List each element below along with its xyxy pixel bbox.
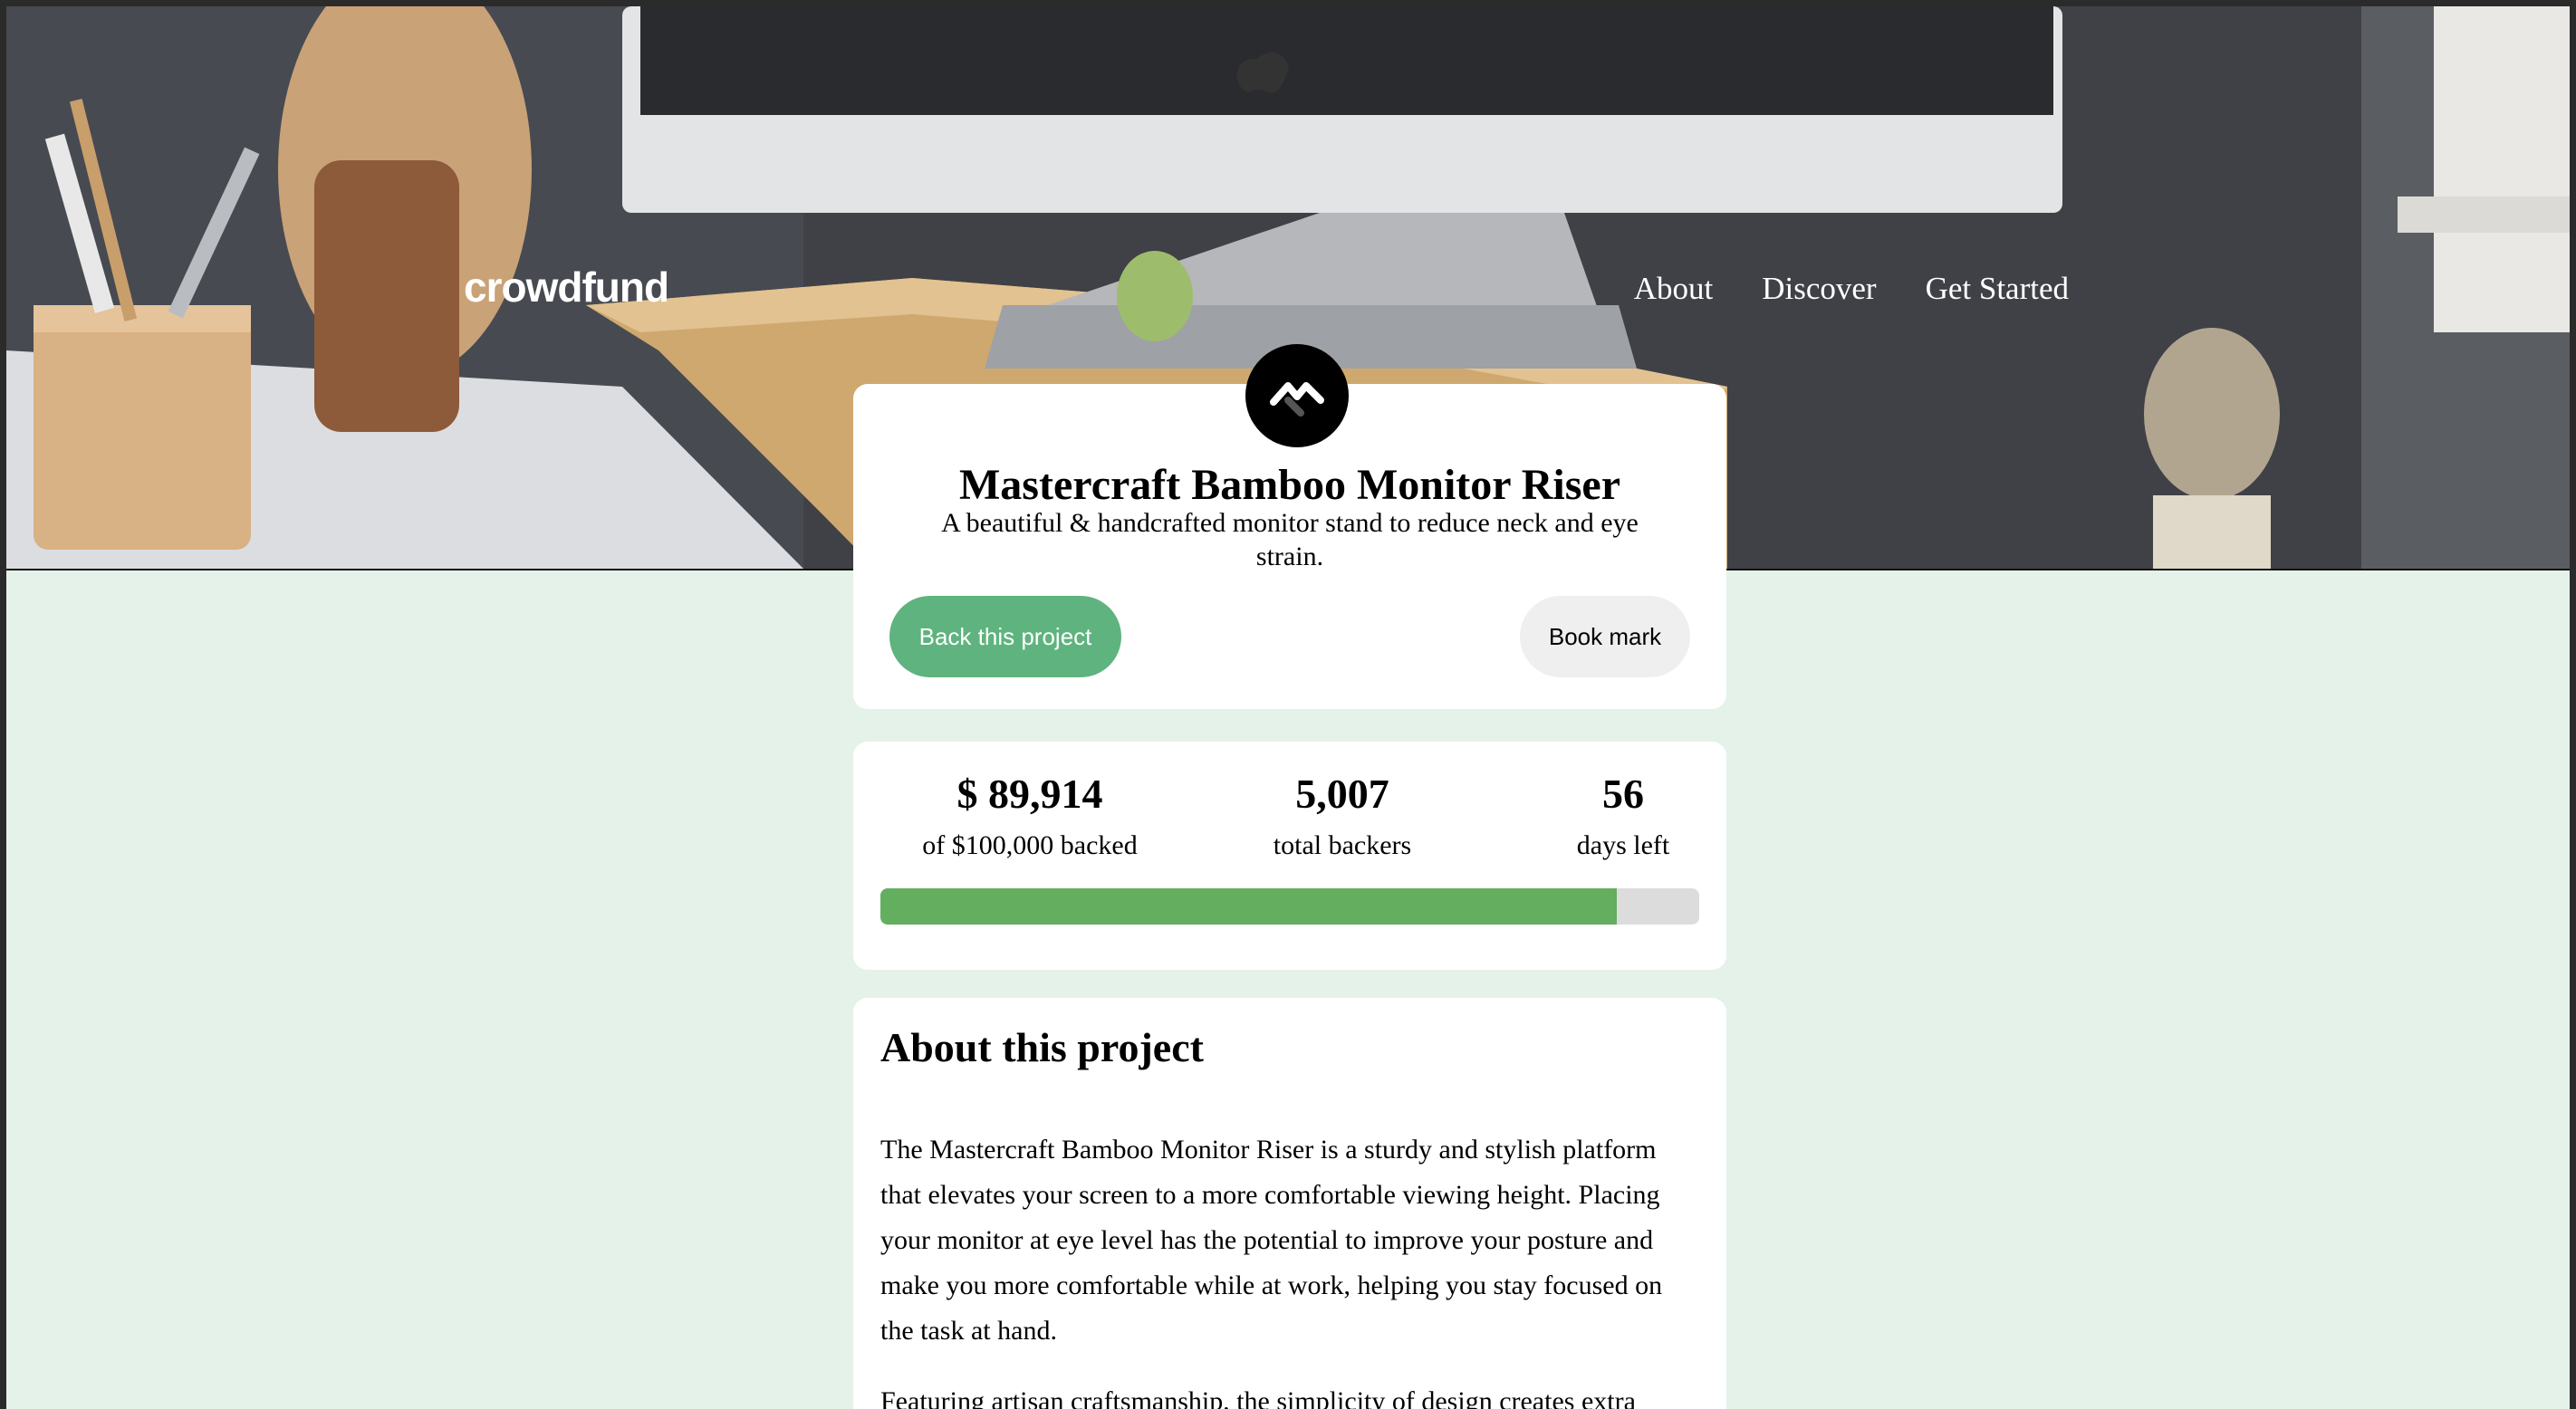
about-paragraph-1: The Mastercraft Bamboo Monitor Riser is … xyxy=(880,1135,1663,1346)
project-title: Mastercraft Bamboo Monitor Riser xyxy=(958,461,1621,509)
nav-get-started[interactable]: Get Started xyxy=(1926,271,2069,307)
about-card: About this project The Mastercraft Bambo… xyxy=(853,998,1726,1409)
bookmark-button[interactable]: Book mark xyxy=(1520,596,1690,677)
crowdfund-logo[interactable]: crowdfund xyxy=(464,263,669,312)
about-heading: About this project xyxy=(880,1024,1204,1070)
project-card: Mastercraft Bamboo Monitor Riser A beaut… xyxy=(853,344,1726,709)
main-nav: About Discover Get Started xyxy=(1634,271,2069,307)
backers-count: 5,007 xyxy=(1295,771,1389,817)
days-left-count: 56 xyxy=(1602,771,1644,817)
page-viewport: crowdfund About Discover Get Started Mas… xyxy=(6,6,2570,1409)
nav-about[interactable]: About xyxy=(1634,271,1714,307)
days-left-label: days left xyxy=(1576,830,1670,860)
funding-progress-bar xyxy=(880,888,1699,925)
project-tagline: A beautiful & handcrafted monitor stand … xyxy=(941,508,1639,571)
mastercraft-logo-icon xyxy=(1245,344,1349,447)
stats-card: $ 89,914 of $100,000 backed 5,007 total … xyxy=(853,742,1726,970)
stat-days: 56 days left xyxy=(1551,769,1696,861)
backed-amount: $ 89,914 xyxy=(956,771,1103,817)
backers-label: total backers xyxy=(1273,830,1412,860)
about-paragraph-2: Featuring artisan craftsmanship, the sim… xyxy=(880,1386,1636,1409)
stat-backers: 5,007 total backers xyxy=(1261,769,1424,861)
funding-progress-fill xyxy=(880,888,1617,925)
nav-discover[interactable]: Discover xyxy=(1762,271,1876,307)
stat-backed: $ 89,914 of $100,000 backed xyxy=(908,769,1152,861)
backed-label: of $100,000 backed xyxy=(922,830,1138,860)
back-project-button[interactable]: Back this project xyxy=(889,596,1121,677)
